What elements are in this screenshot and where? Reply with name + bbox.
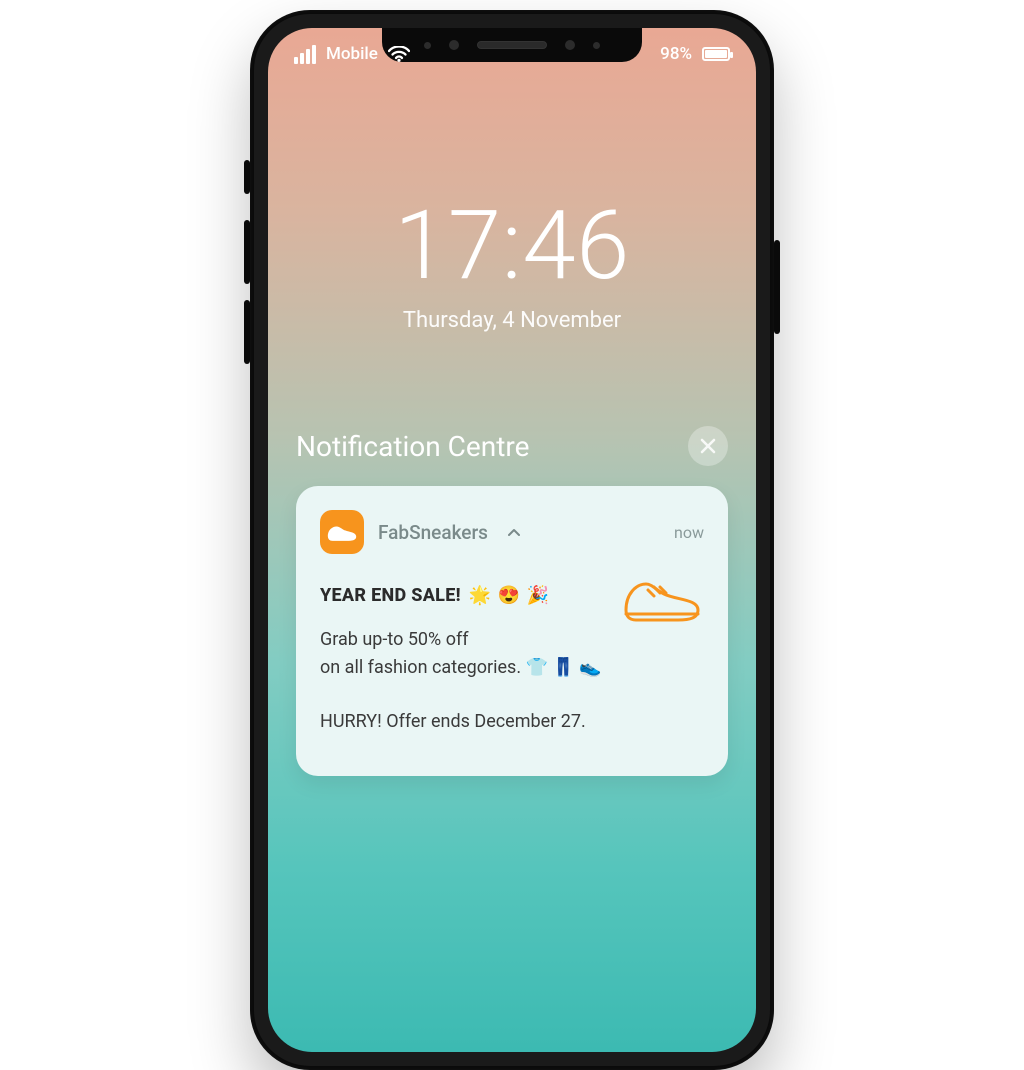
notification-body-line3: HURRY! Offer ends December 27. — [320, 708, 704, 736]
screen: Mobile 98% 17:46 Thursday, 4 November No… — [268, 28, 756, 1052]
signal-icon — [294, 45, 316, 64]
phone-frame: Mobile 98% 17:46 Thursday, 4 November No… — [250, 10, 774, 1070]
notification-body-line1: Grab up-to 50% off — [320, 626, 602, 654]
sneaker-icon — [618, 572, 706, 632]
notification-headline: YEAR END SALE! — [320, 582, 461, 610]
notification-centre-header: Notification Centre — [296, 426, 728, 466]
clock-date: Thursday, 4 November — [268, 308, 756, 333]
power-button[interactable] — [774, 240, 780, 334]
lock-clock-area: 17:46 Thursday, 4 November — [268, 198, 756, 333]
chevron-up-icon[interactable] — [508, 524, 520, 540]
status-bar: Mobile 98% — [268, 44, 756, 64]
volume-down[interactable] — [244, 300, 250, 364]
clock-time: 17:46 — [268, 198, 756, 294]
battery-icon — [702, 47, 730, 61]
wifi-icon — [388, 46, 410, 62]
app-name-label: FabSneakers — [378, 521, 488, 544]
notification-body-line2: on all fashion categories. — [320, 657, 521, 678]
notification-centre-title: Notification Centre — [296, 430, 529, 463]
notification-time-label: now — [674, 523, 704, 542]
battery-pct-label: 98% — [660, 44, 692, 64]
app-icon — [320, 510, 364, 554]
notification-card[interactable]: FabSneakers now YEAR END SALE! 🌟 😍 🎉 — [296, 486, 728, 776]
mute-switch[interactable] — [244, 160, 250, 194]
carrier-label: Mobile — [326, 44, 378, 64]
body-emojis: 👕 👖 👟 — [526, 657, 602, 678]
notification-card-header: FabSneakers now — [320, 510, 704, 554]
close-icon[interactable] — [688, 426, 728, 466]
volume-up[interactable] — [244, 220, 250, 284]
headline-emojis: 🌟 😍 🎉 — [469, 582, 550, 610]
